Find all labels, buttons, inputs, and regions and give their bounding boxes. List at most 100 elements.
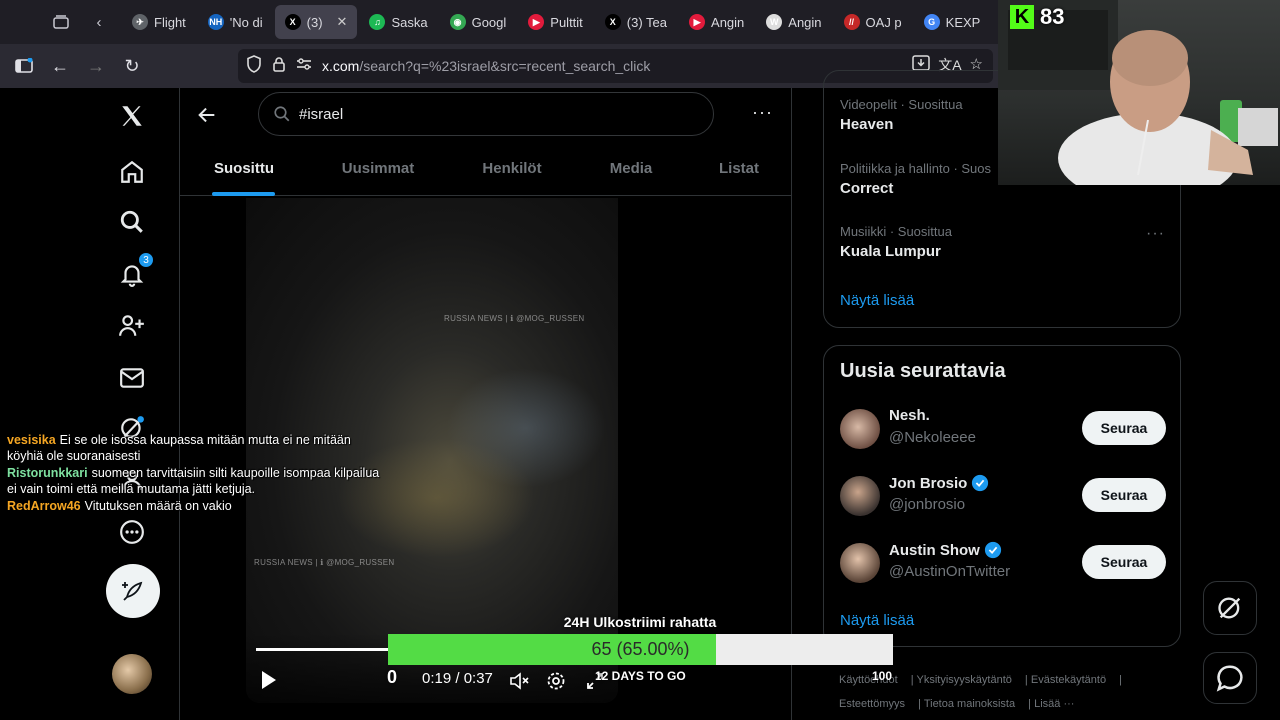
trend-item[interactable]: Musiikki · Suosittua Kuala Lumpur (840, 224, 952, 260)
footer-link[interactable]: Esteettömyys (839, 698, 905, 710)
avatar[interactable] (840, 476, 880, 516)
search-tabs: Suosittu Uusimmat Henkilöt Media Listat (180, 144, 791, 196)
follow-button[interactable]: Seuraa (1082, 411, 1166, 445)
avatar[interactable] (840, 543, 880, 583)
back-icon[interactable]: ← (42, 48, 78, 84)
tab-title: 'No di (229, 14, 263, 30)
compose-post-button[interactable] (106, 564, 160, 618)
video-settings-gear-icon[interactable] (545, 670, 567, 692)
chat-text: Ei se ole isossa kaupassa mitään mutta e… (7, 433, 351, 463)
trend-item[interactable]: Politiikka ja hallinto · Suos Correct (840, 161, 991, 197)
more-circle-icon[interactable] (116, 516, 148, 548)
url-host: x.com (322, 58, 360, 74)
site-settings-icon[interactable] (296, 57, 312, 76)
tab-title: Flight (154, 14, 186, 30)
forward-icon[interactable]: → (78, 48, 114, 84)
browser-tab[interactable]: ♫ Saska (359, 5, 437, 39)
tab-favicon-icon: X (604, 14, 621, 30)
trend-name: Correct (840, 180, 894, 197)
avatar[interactable] (840, 409, 880, 449)
tab-favicon-icon: NH (207, 14, 224, 30)
account-avatar[interactable] (112, 654, 152, 694)
grok-icon (1218, 597, 1241, 619)
search-input[interactable]: #israel (258, 92, 714, 136)
tab-title: KEXP (945, 14, 981, 30)
tab-henkilot[interactable]: Henkilöt (482, 160, 541, 177)
footer-link[interactable]: Tietoa mainoksista (924, 698, 1015, 710)
tab-media[interactable]: Media (610, 160, 653, 177)
follow-button[interactable]: Seuraa (1082, 545, 1166, 579)
x-left-nav: 3 (100, 88, 178, 720)
footer-link[interactable]: Lisää ··· (1034, 698, 1074, 710)
browser-tab[interactable]: ✈ Flight (122, 5, 196, 39)
verified-badge-icon (972, 474, 989, 492)
tab-title: (3) Tea (626, 14, 668, 30)
browser-tab[interactable]: W Angin (756, 5, 831, 39)
kick-logo-icon: K (1010, 5, 1034, 29)
tab-overview-icon[interactable] (46, 7, 76, 37)
chat-username: Ristorunkkari (7, 466, 88, 480)
tab-title: Pulttit (550, 14, 583, 30)
chat-username: RedArrow46 (7, 499, 81, 513)
donation-goal-bar: 65 (65.00%) (388, 634, 893, 665)
footer-link[interactable]: Evästekäytäntö (1031, 674, 1106, 686)
browser-tab[interactable]: ▶ Pulttit (518, 5, 593, 39)
trend-name: Kuala Lumpur (840, 243, 941, 260)
tab-favicon-icon: ▶ (528, 14, 545, 30)
lock-icon[interactable] (272, 56, 286, 77)
play-icon[interactable] (260, 670, 278, 695)
search-icon (274, 106, 290, 122)
trend-item[interactable]: Videopelit · Suosittua Heaven (840, 97, 963, 133)
chat-text: Vitutuksen määrä on vakio (84, 499, 232, 513)
viewer-count-badge: K 83 (1010, 4, 1064, 30)
who-to-follow-panel: Uusia seurattavia Nesh. @Nekoleeee Seura… (823, 345, 1181, 647)
tab-close-icon[interactable]: ✕ (337, 14, 348, 30)
follow-suggestion[interactable]: Nesh. @Nekoleeee Seuraa (840, 407, 1166, 451)
grok-float-button[interactable] (1203, 581, 1257, 635)
browser-tab[interactable]: NH 'No di (198, 5, 273, 39)
search-options-more-icon[interactable]: ··· (752, 102, 773, 123)
notifications-bell-icon[interactable]: 3 (116, 252, 154, 290)
show-more-trends-link[interactable]: Näytä lisää (840, 292, 914, 309)
account-handle: @Nekoleeee (889, 429, 976, 446)
follow-button[interactable]: Seuraa (1082, 478, 1166, 512)
browser-tab[interactable]: // OAJ p (834, 5, 912, 39)
tab-title: Saska (391, 14, 428, 30)
sidebar-toggle-icon[interactable] (6, 48, 42, 84)
tab-title: Googl (471, 14, 507, 30)
donation-goal-days-left: 12 DAYS TO GO (595, 669, 686, 683)
browser-tab[interactable]: G KEXP (914, 5, 991, 39)
explore-search-icon[interactable] (116, 206, 148, 238)
donation-goal-title: 24H Ulkostriimi rahatta (563, 614, 717, 630)
tab-favicon-icon: G (923, 14, 940, 30)
browser-tab[interactable]: X (3) Tea (595, 5, 677, 39)
follow-suggestion[interactable]: Austin Show @AustinOnTwitter Seuraa (840, 541, 1166, 585)
home-icon[interactable] (116, 156, 148, 188)
footer-link[interactable]: Yksityisyyskäytäntö (917, 674, 1012, 686)
back-arrow-icon[interactable] (196, 104, 218, 126)
tab-favicon-icon: ♫ (369, 14, 386, 30)
messages-float-button[interactable] (1203, 652, 1257, 704)
shield-icon[interactable] (246, 54, 262, 78)
tab-listat[interactable]: Listat (719, 160, 759, 177)
browser-tab[interactable]: ▶ Angin (679, 5, 754, 39)
reload-icon[interactable]: ↻ (114, 48, 150, 84)
tab-scroll-left-icon[interactable]: ‹ (84, 7, 114, 37)
url-text[interactable]: x.com/search?q=%23israel&src=recent_sear… (322, 58, 650, 74)
tab-favicon-icon: X (284, 14, 301, 30)
tab-uusimmat[interactable]: Uusimmat (342, 160, 415, 177)
browser-tab[interactable]: ◉ Googl (440, 5, 517, 39)
trend-meta: Politiikka ja hallinto · Suos (840, 161, 992, 176)
tab-title: Angin (711, 14, 745, 30)
follow-suggestion[interactable]: Jon Brosio @jonbrosio Seuraa (840, 474, 1166, 518)
trend-name: Heaven (840, 116, 894, 133)
follow-suggestions-icon[interactable] (116, 310, 148, 342)
trend-more-icon[interactable]: ··· (1146, 225, 1165, 243)
tab-suosittu[interactable]: Suosittu (214, 160, 274, 177)
volume-icon[interactable] (508, 670, 530, 692)
chat-username: vesisika (7, 433, 56, 447)
tab-title: Angin (788, 14, 822, 30)
x-logo-icon[interactable] (116, 100, 148, 132)
messages-envelope-icon[interactable] (116, 362, 148, 394)
browser-tab[interactable]: X (3) ✕ (274, 5, 358, 39)
